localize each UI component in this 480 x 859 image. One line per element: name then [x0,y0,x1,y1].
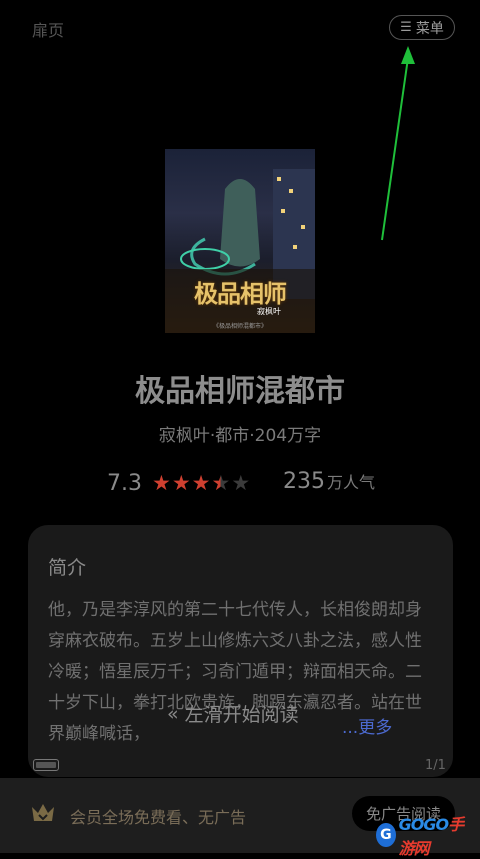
cover-title: 极品相师 [194,279,287,308]
menu-button[interactable]: ☰ 菜单 [389,15,455,40]
battery-icon [33,759,59,771]
double-chevron-left-icon: « [167,702,179,725]
star-icon: ★ [171,470,191,495]
swipe-hint-text: 左滑开始阅读 [184,704,299,726]
watermark-text: GOGO手游网 [398,815,464,858]
swipe-hint: « 左滑开始阅读 [167,700,299,727]
popularity-number: 235 [283,469,325,494]
cover-fine-print: 《极品相师混都市》 [212,323,267,330]
intro-card: 简介 他，乃是李淳风的第二十七代传人，长相俊朗却身穿麻衣破布。五岁上山修炼六爻八… [28,525,453,777]
crown-icon [32,804,54,821]
popularity: 235 万人气 [283,469,375,494]
book-cover[interactable]: 极品相师 寂枫叶 《极品相师混都市》 [165,149,315,333]
star-icon: ★ [191,470,211,495]
book-title: 极品相师混都市 [135,374,345,409]
page-indicator: 1/1 [425,758,446,773]
star-icon: ★ [152,470,171,495]
cover-author: 寂枫叶 [257,307,281,316]
rating: 7.3 ★ ★ ★ ★ ★ [107,469,251,497]
vip-text: 会员全场免费看、无广告 [70,808,247,827]
menu-button-label: 菜单 [415,20,444,37]
book-meta: 寂枫叶·都市·204万字 [158,426,322,446]
star-half-icon: ★ [211,470,231,495]
more-link[interactable]: ...更多 [336,713,393,738]
watermark-logo: G GOGO手游网 [376,815,476,858]
rating-score: 7.3 [107,470,142,496]
hamburger-icon: ☰ [400,20,412,35]
fly-page-label: 扉页 [32,21,65,40]
watermark-letter: G [376,823,396,847]
star-empty-icon: ★ [231,470,251,495]
intro-heading: 简介 [48,557,87,579]
popularity-unit: 万人气 [327,473,376,492]
